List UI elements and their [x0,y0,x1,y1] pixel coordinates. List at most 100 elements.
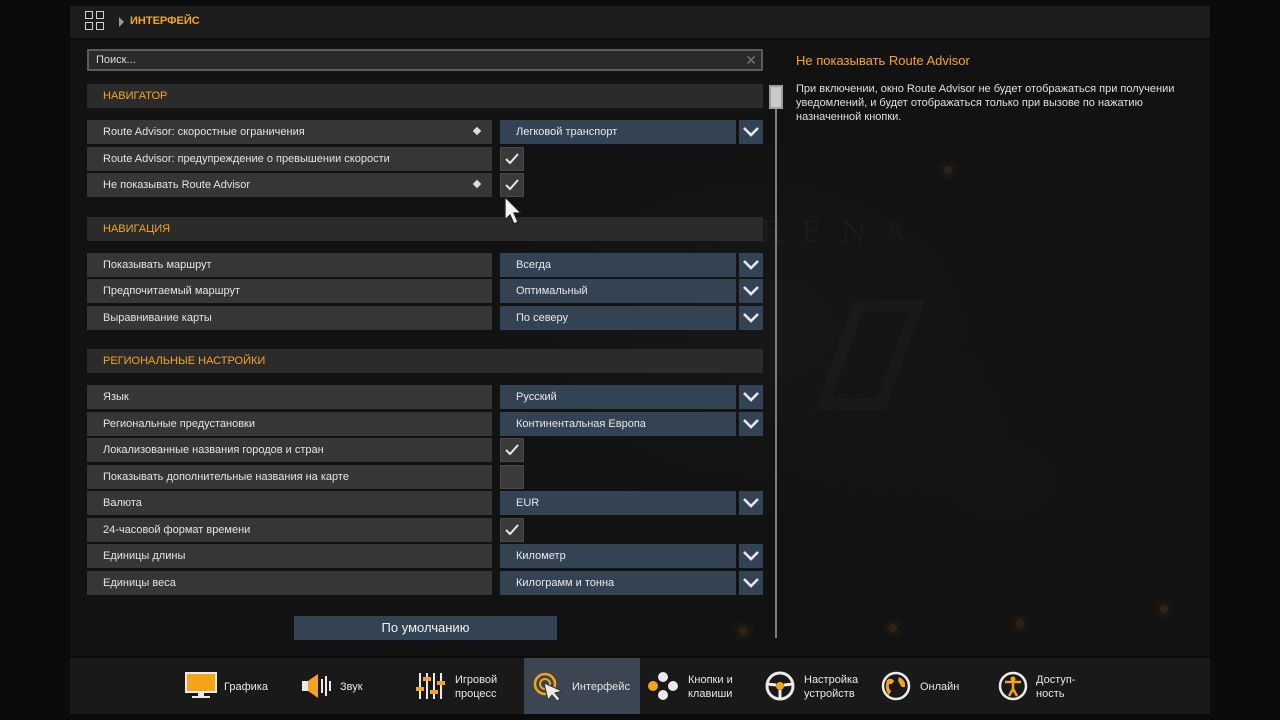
nav-tab-label: Интерфейс [572,681,630,693]
setting-label: 24-часовой формат времени [87,517,492,542]
dropdown-value[interactable]: Русский [500,385,736,409]
setting-dropdown[interactable]: EUR [500,491,763,515]
setting-label: Язык [87,385,492,409]
chevron-down-icon[interactable] [739,120,763,144]
grid-menu-icon[interactable] [85,11,105,31]
checkbox-checked[interactable] [500,173,524,197]
scrollbar-track[interactable] [775,86,777,638]
setting-row: Не показывать Route Advisor [87,173,763,197]
steering-wheel-icon [763,671,797,701]
setting-dropdown[interactable]: Континентальная Европа [500,411,763,436]
nav-tab-label: Игровой процесс [455,674,498,700]
gamepad-buttons-icon [646,671,680,701]
setting-dropdown[interactable]: Русский [500,385,763,409]
setting-label: Валюта [87,491,492,515]
setting-label: Не показывать Route Advisor [87,173,492,197]
clear-search-icon[interactable]: ✕ [745,52,757,68]
default-button[interactable]: По умолчанию [294,616,557,640]
chevron-down-icon[interactable] [739,305,763,330]
chevron-down-icon[interactable] [739,411,763,436]
section-header: НАВИГАЦИЯ [87,216,763,241]
setting-dropdown[interactable]: Легковой транспорт [500,120,763,144]
search-input[interactable]: Поиск... ✕ [87,49,763,71]
setting-label: Route Advisor: скоростные ограничения [87,120,492,144]
section-header: РЕГИОНАЛЬНЫЕ НАСТРОЙКИ [87,349,763,373]
setting-row: Route Advisor: скоростные ограничения Лег… [87,120,763,144]
chevron-down-icon[interactable] [739,491,763,515]
setting-label: Единицы веса [87,570,492,595]
speaker-icon [300,671,334,701]
setting-dropdown[interactable]: Всегда [500,252,763,277]
monitor-icon [184,671,218,701]
nav-tab-label: Звук [340,681,363,693]
setting-row: Язык Русский [87,385,763,409]
scrollbar-thumb[interactable] [769,85,783,109]
setting-row: Показывать дополнительные названия на ка… [87,464,763,489]
setting-dropdown[interactable]: По северу [500,305,763,330]
chevron-down-icon[interactable] [739,279,763,303]
nav-tab-label: Настройка устройств [804,674,859,700]
nav-tab-label: Графика [224,681,268,693]
dropdown-value[interactable]: Килограмм и тонна [500,570,736,595]
help-title: Не показывать Route Advisor [796,53,970,68]
settings-panel: Поиск... ✕ НАВИГАТОР Route Advisor: скоро… [70,40,1210,656]
setting-label: Предпочитаемый маршрут [87,279,492,303]
setting-dropdown[interactable]: Килограмм и тонна [500,570,763,595]
mouse-pointer-icon [504,195,524,231]
setting-row: Предпочитаемый маршрут Оптимальный [87,279,763,303]
cursor-icon [532,671,566,702]
dropdown-value[interactable]: По северу [500,305,736,330]
sliders-icon [415,671,449,701]
section-header: НАВИГАТОР [87,84,763,108]
setting-row: Показывать маршрут Всегда [87,252,763,277]
dropdown-value[interactable]: Легковой транспорт [500,120,736,144]
dropdown-value[interactable]: EUR [500,491,736,515]
dropdown-value[interactable]: Всегда [500,252,736,277]
setting-row: Единицы веса Килограмм и тонна [87,570,763,595]
setting-row: Единицы длины Километр [87,544,763,568]
setting-row: 24-часовой формат времени [87,517,763,542]
top-bar: ИНТЕРФЕЙС [70,6,1210,38]
setting-label: Выравнивание карты [87,305,492,330]
setting-row: Route Advisor: предупреждение о превышен… [87,146,763,171]
nav-tab-sound[interactable]: Звук [290,658,394,714]
accessibility-icon [996,671,1030,701]
setting-label: Route Advisor: предупреждение о превышен… [87,146,492,171]
dropdown-value[interactable]: Континентальная Европа [500,411,736,436]
nav-tab-label: Онлайн [920,681,960,693]
nav-tab-graphics[interactable]: Графика [174,658,290,714]
setting-dropdown[interactable]: Оптимальный [500,279,763,303]
setting-label: Единицы длины [87,544,492,568]
dropdown-value[interactable]: Оптимальный [500,279,736,303]
nav-tab-access[interactable]: Доступ-ность [990,658,1106,714]
diamond-marker-icon [472,179,482,189]
setting-label: Показывать маршрут [87,252,492,277]
nav-tab-devices[interactable]: Настройка устройств [757,658,873,714]
checkbox-checked[interactable] [500,438,524,462]
checkbox-checked[interactable] [500,146,524,171]
dropdown-value[interactable]: Километр [500,544,736,568]
nav-tab-interface[interactable]: Интерфейс [524,658,640,714]
chevron-down-icon[interactable] [739,544,763,568]
nav-tab-gameplay[interactable]: Игровой процесс [407,658,523,714]
checkbox-checked[interactable] [500,517,524,542]
chevron-down-icon[interactable] [739,570,763,595]
search-placeholder: Поиск... [96,54,136,66]
globe-icon [879,671,913,701]
nav-tab-online[interactable]: Онлайн [873,658,989,714]
setting-label: Локализованные названия городов и стран [87,438,492,462]
diamond-marker-icon [472,126,482,136]
bottom-navigation: Графика Звук Игровой процесс Интерфейс Кнопки… [70,658,1210,714]
setting-row: Валюта EUR [87,491,763,515]
setting-label: Показывать дополнительные названия на ка… [87,464,492,489]
help-text: При включении, окно Route Advisor не буд… [796,83,1175,123]
chevron-down-icon[interactable] [739,252,763,277]
nav-tab-keys[interactable]: Кнопки и клавиши [640,658,756,714]
setting-row: Выравнивание карты По северу [87,305,763,330]
setting-dropdown[interactable]: Километр [500,544,763,568]
checkbox-unchecked[interactable] [500,464,524,489]
chevron-down-icon[interactable] [739,385,763,409]
breadcrumb: ИНТЕРФЕЙС [130,15,200,27]
